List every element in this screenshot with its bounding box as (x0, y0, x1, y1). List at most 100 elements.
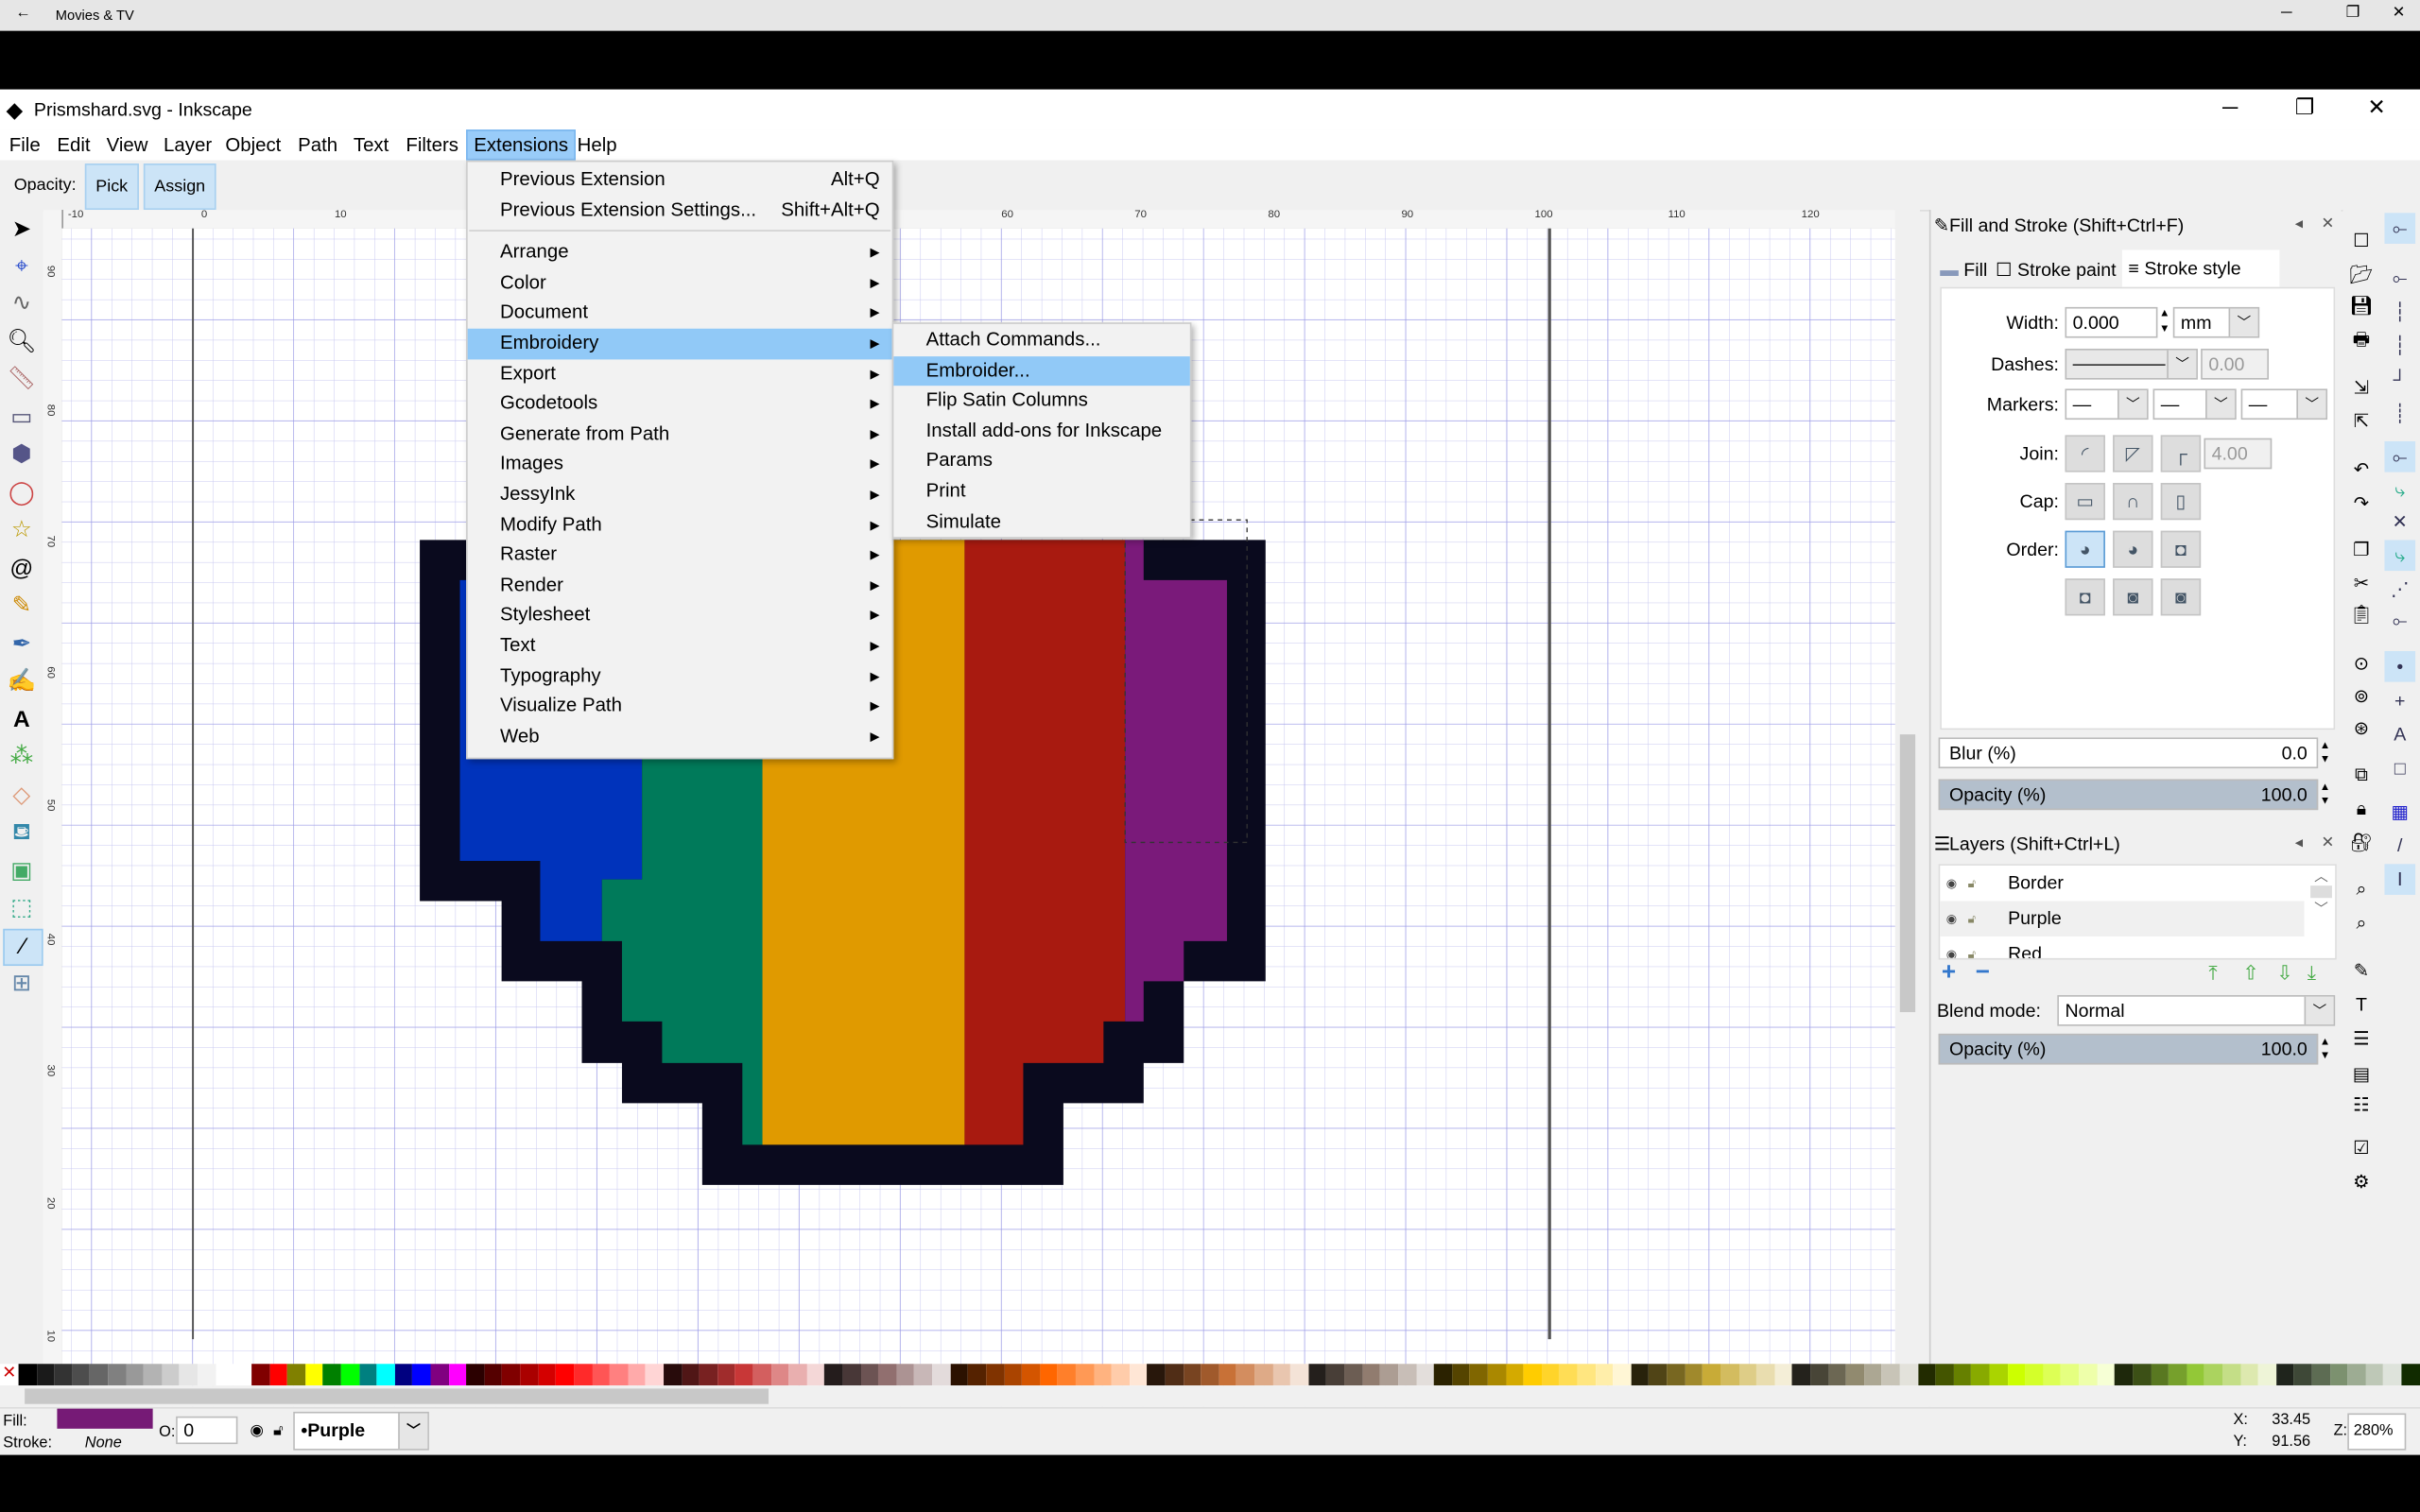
undo-icon[interactable]: ↶ (2346, 454, 2377, 485)
menu-item-generate-from-path[interactable]: Generate from Path ▶ (468, 420, 892, 450)
menu-item-document[interactable]: Document ▶ (468, 299, 892, 329)
menu-item-raster[interactable]: Raster ▶ (468, 541, 892, 571)
menu-item-render[interactable]: Render ▶ (468, 571, 892, 601)
submenu-item[interactable]: Embroider... (893, 355, 1190, 387)
minimize-icon[interactable]: ─ (2281, 5, 2292, 22)
palette-swatch[interactable] (896, 1364, 915, 1386)
ellipse-tool-icon[interactable]: ◯ (3, 476, 40, 510)
palette-swatch[interactable] (1183, 1364, 1201, 1386)
zoom-drawing-icon[interactable]: ⊚ (2346, 680, 2377, 712)
palette-swatch[interactable] (628, 1364, 646, 1386)
lock-icon[interactable]: 🔓︎ (1968, 936, 1976, 957)
palette-swatch[interactable] (162, 1364, 181, 1386)
lock-icon[interactable]: 🔓︎ (1968, 866, 1976, 902)
palette-swatch[interactable] (1989, 1364, 2008, 1386)
menu-extensions[interactable]: Extensions (466, 129, 577, 161)
snap-smooth-nodes-icon[interactable]: ⋰ (2384, 574, 2415, 605)
spray-tool-icon[interactable]: ⁂ (3, 741, 40, 775)
text-tool-icon[interactable]: A (3, 703, 40, 737)
palette-swatch[interactable] (1613, 1364, 1632, 1386)
menu-object[interactable]: Object (220, 132, 285, 157)
palette-swatch[interactable] (556, 1364, 575, 1386)
menu-item-color[interactable]: Color ▶ (468, 268, 892, 299)
palette-swatch[interactable] (233, 1364, 251, 1386)
palette-swatch[interactable] (752, 1364, 771, 1386)
palette-swatch[interactable] (126, 1364, 145, 1386)
no-paint-swatch[interactable]: ✕ (0, 1364, 19, 1386)
palette-swatch[interactable] (251, 1364, 269, 1386)
tab-stroke-style[interactable]: ≡ Stroke style (2121, 249, 2280, 287)
palette-swatch[interactable] (2133, 1364, 2152, 1386)
palette-swatch[interactable] (1577, 1364, 1596, 1386)
palette-swatch[interactable] (1595, 1364, 1614, 1386)
palette-swatch[interactable] (1022, 1364, 1040, 1386)
measure-tool-icon[interactable]: 📏︎ (3, 363, 40, 397)
mesh-tool-icon[interactable]: ⬚ (3, 892, 40, 926)
snap-path-icon[interactable]: ⤷ (2384, 475, 2415, 507)
restore-icon[interactable]: ❐ (2346, 5, 2360, 22)
selector-tool-icon[interactable]: ➤ (3, 213, 40, 247)
close-button[interactable]: ✕ (2367, 94, 2385, 121)
align-dialog-icon[interactable]: ▤ (2346, 1058, 2377, 1090)
palette-swatch[interactable] (824, 1364, 843, 1386)
lock-icon[interactable]: 🔓︎ (1968, 901, 1976, 936)
palette-swatch[interactable] (1505, 1364, 1524, 1386)
order-fill-markers-stroke-icon[interactable]: ◘ (2160, 530, 2202, 568)
palette-swatch[interactable] (1738, 1364, 1757, 1386)
palette-swatch[interactable] (950, 1364, 969, 1386)
snap-page-border-icon[interactable]: ▦ (2384, 796, 2415, 827)
palette-swatch[interactable] (592, 1364, 611, 1386)
palette-swatch[interactable] (1290, 1364, 1309, 1386)
zoom-page-icon[interactable]: ⊛ (2346, 713, 2377, 744)
pick-button[interactable]: Pick (84, 163, 139, 211)
import-icon[interactable]: ⇲ (2346, 371, 2377, 403)
eye-icon[interactable]: ◉ (1946, 936, 1957, 957)
palette-swatch[interactable] (1703, 1364, 1721, 1386)
palette-swatch[interactable] (412, 1364, 431, 1386)
palette-swatch[interactable] (340, 1364, 359, 1386)
palette-swatch[interactable] (645, 1364, 664, 1386)
palette-swatch[interactable] (1845, 1364, 1864, 1386)
palette-swatch[interactable] (914, 1364, 933, 1386)
palette-swatch[interactable] (1254, 1364, 1273, 1386)
menu-view[interactable]: View (102, 132, 153, 157)
palette-swatch[interactable] (1111, 1364, 1130, 1386)
lower-layer-icon[interactable]: ⇩ (2276, 961, 2293, 986)
menu-edit[interactable]: Edit (53, 132, 95, 157)
snap-text-baseline-icon[interactable]: □ (2384, 753, 2415, 784)
palette-swatch[interactable] (717, 1364, 735, 1386)
end-marker-select[interactable]: — ﹀ (2240, 388, 2328, 421)
menu-item-modify-path[interactable]: Modify Path ▶ (468, 510, 892, 541)
tweak-tool-icon[interactable]: ∿ (3, 287, 40, 321)
palette-swatch[interactable] (2365, 1364, 2384, 1386)
palette-swatch[interactable] (2257, 1364, 2276, 1386)
palette-swatch[interactable] (1756, 1364, 1775, 1386)
add-layer-icon[interactable]: + (1942, 960, 1956, 988)
order-markers-fill-stroke-icon[interactable]: ◘ (2065, 578, 2105, 616)
snap-line-midpoint-icon[interactable]: ⟜ (2384, 605, 2415, 636)
palette-swatch[interactable] (610, 1364, 629, 1386)
palette-swatch[interactable] (2347, 1364, 2366, 1386)
open-icon[interactable]: 📂︎ (2346, 259, 2377, 290)
assign-button[interactable]: Assign (143, 163, 216, 211)
vertical-scrollbar[interactable] (1894, 210, 1921, 1429)
palette-swatch[interactable] (1004, 1364, 1023, 1386)
palette-swatch[interactable] (2151, 1364, 2169, 1386)
snap-bbox-icon[interactable]: ⟜ (2384, 263, 2415, 294)
palette-swatch[interactable] (1809, 1364, 1828, 1386)
tab-fill[interactable]: ▬ Fill (1940, 253, 1989, 287)
layer-row[interactable]: ◉ 🔓︎ Purple (1940, 901, 2305, 937)
palette-swatch[interactable] (2097, 1364, 2116, 1386)
paste-icon[interactable]: 📋︎ (2346, 598, 2377, 629)
palette-swatch[interactable] (466, 1364, 485, 1386)
palette-swatch[interactable] (2115, 1364, 2134, 1386)
palette-swatch[interactable] (2221, 1364, 2240, 1386)
menu-layer[interactable]: Layer (159, 132, 216, 157)
palette-swatch[interactable] (108, 1364, 127, 1386)
snap-bbox-center-icon[interactable]: ┊ (2384, 398, 2415, 429)
palette-swatch[interactable] (1201, 1364, 1219, 1386)
eye-icon[interactable]: ◉ (1946, 901, 1957, 936)
redo-icon[interactable]: ↷ (2346, 488, 2377, 519)
join-round-icon[interactable]: ◜ (2065, 435, 2105, 472)
palette-swatch[interactable] (54, 1364, 73, 1386)
